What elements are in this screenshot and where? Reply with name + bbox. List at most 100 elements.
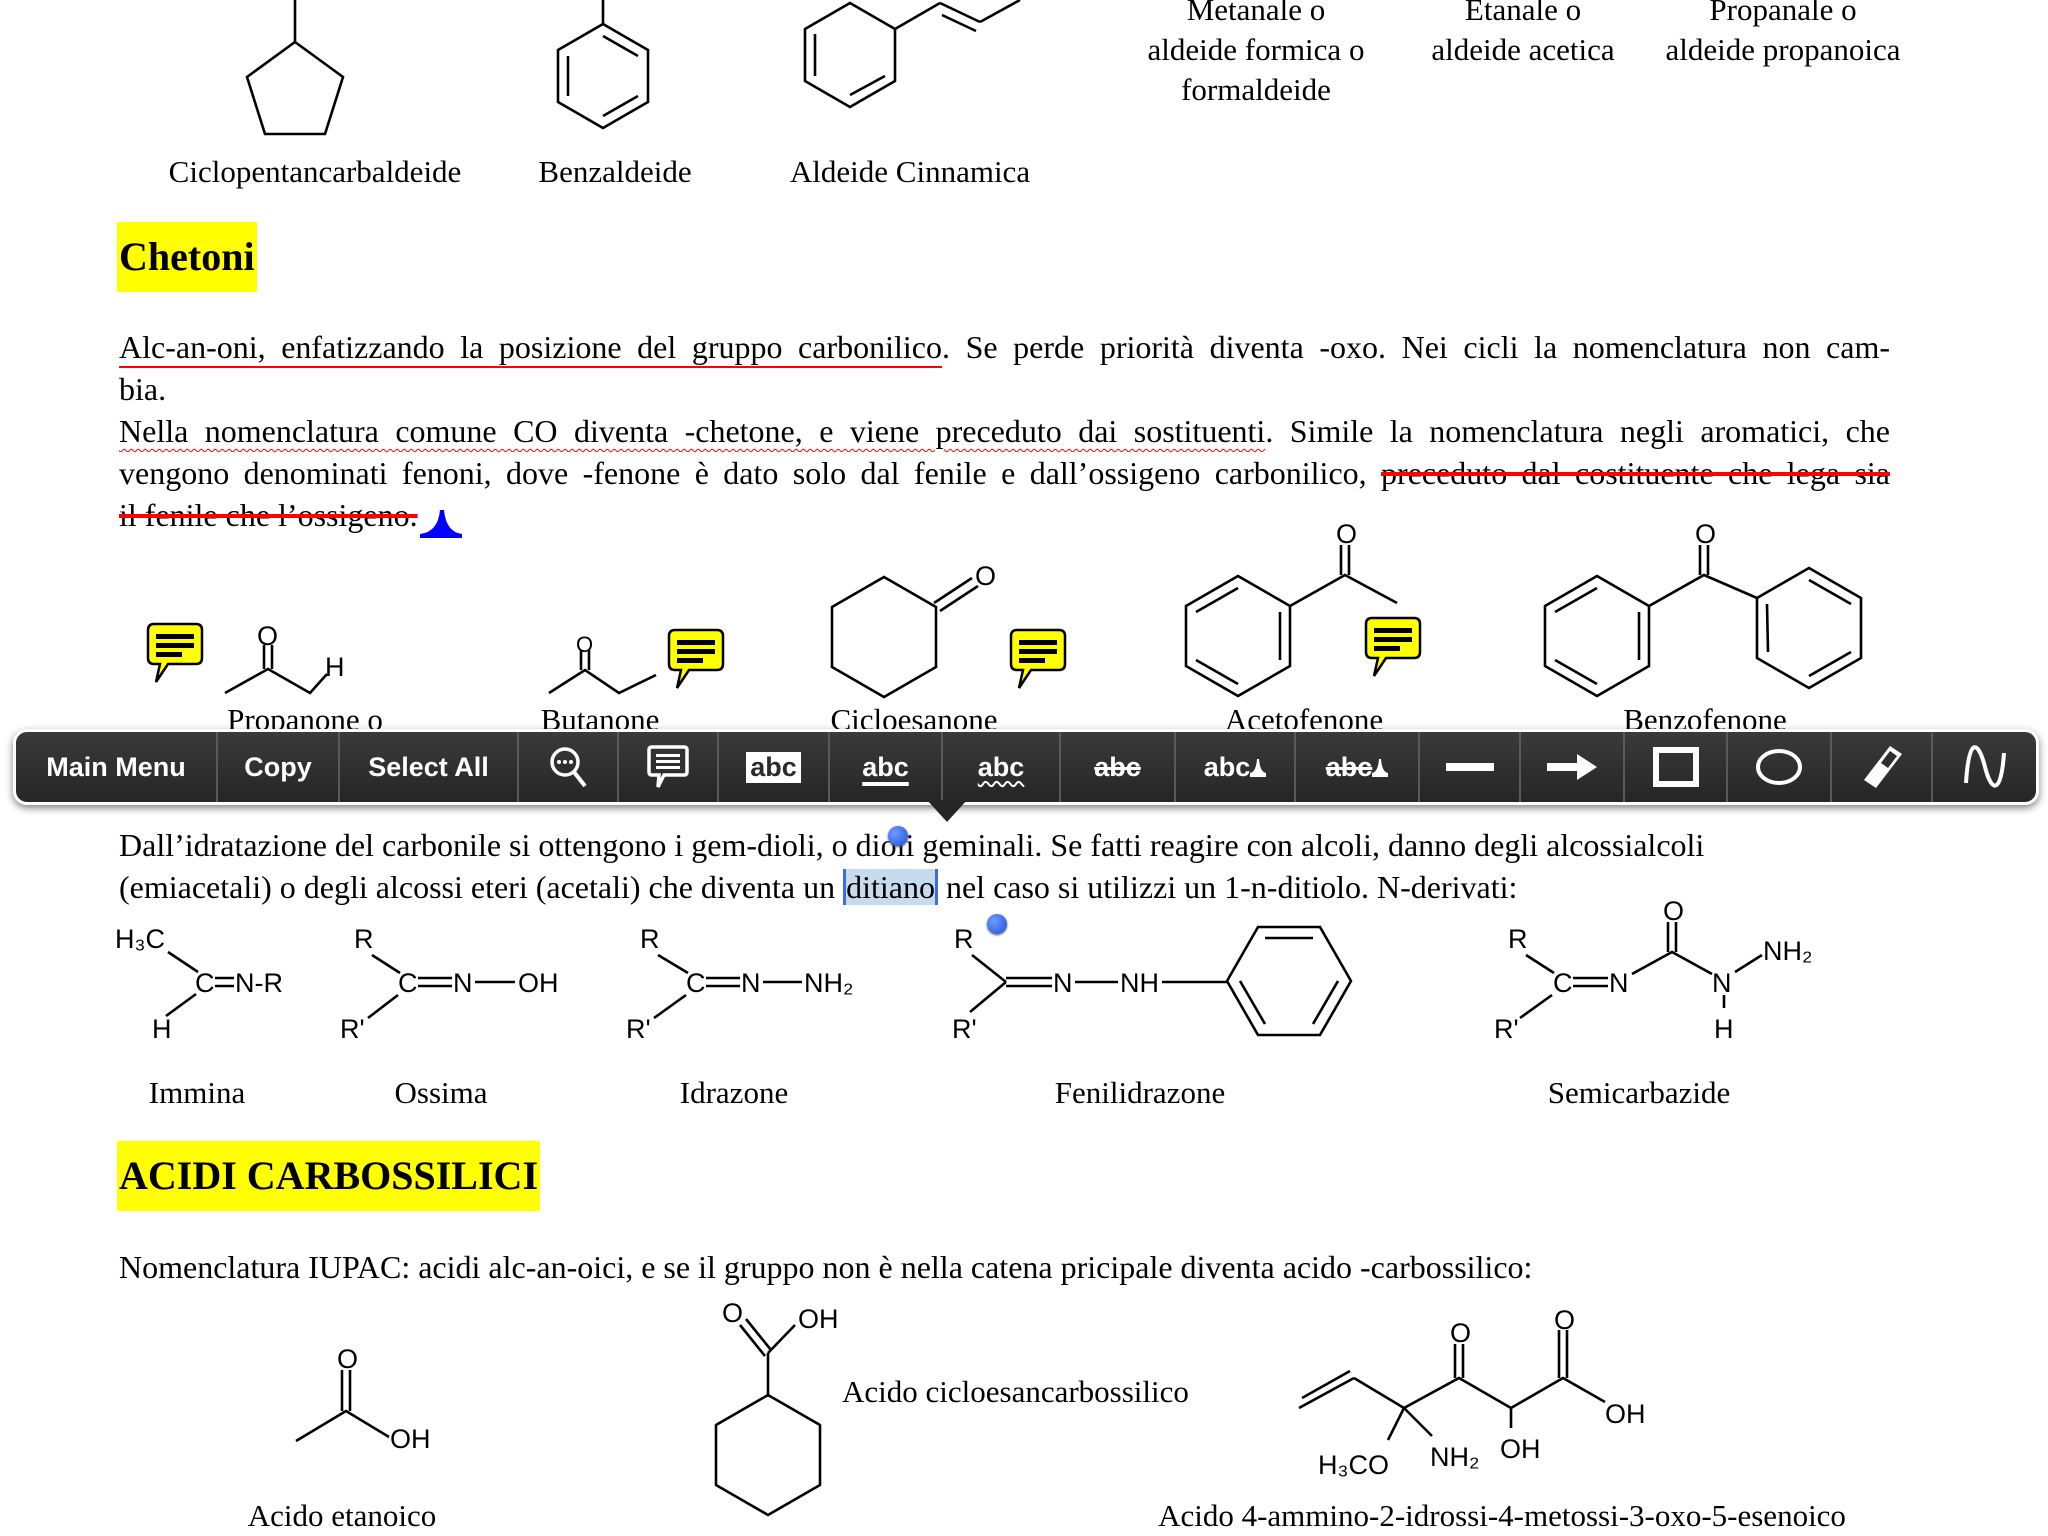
strikeout-button[interactable]: abc bbox=[1061, 732, 1176, 802]
comment-button[interactable] bbox=[619, 732, 719, 802]
atom-label: O bbox=[1450, 1318, 1471, 1348]
atom-label: R' bbox=[340, 1014, 365, 1044]
comment-note-icon[interactable] bbox=[1009, 628, 1067, 690]
atom-label: NH bbox=[1120, 968, 1159, 998]
atom-label: O bbox=[1336, 519, 1357, 549]
toolbar-pointer bbox=[927, 800, 967, 822]
atom-label: N-R bbox=[235, 968, 283, 998]
atom-label: H bbox=[325, 652, 345, 682]
atom-label: C bbox=[1553, 968, 1573, 998]
caption-acido-etanoico: Acido etanoico bbox=[247, 1498, 437, 1533]
atom-label: OH bbox=[1605, 1399, 1646, 1429]
structure-propanone: O H bbox=[224, 621, 345, 695]
atom-label: O bbox=[576, 632, 593, 657]
caption-semicarbazide: Semicarbazide bbox=[1547, 1075, 1731, 1110]
atom-label: OH bbox=[798, 1304, 839, 1334]
atom-label: O bbox=[257, 621, 278, 651]
atom-label: C bbox=[195, 968, 215, 998]
comment-note-icon[interactable] bbox=[146, 622, 204, 684]
comment-note-icon[interactable] bbox=[667, 628, 725, 690]
structure-benzofenone: O bbox=[1543, 519, 1863, 698]
atom-label: O bbox=[1663, 896, 1684, 926]
caption-acido-cicloesancarbossilico: Acido cicloesancarbossilico bbox=[842, 1374, 1189, 1409]
paragraph-line[interactable]: (emiacetali) o degli alcossi eteri (acet… bbox=[119, 866, 1517, 908]
atom-label: C bbox=[686, 968, 706, 998]
search-button[interactable] bbox=[519, 732, 619, 802]
main-menu-button[interactable]: Main Menu bbox=[16, 732, 218, 802]
atom-label: C bbox=[398, 968, 418, 998]
atom-label: O bbox=[337, 1344, 358, 1374]
atom-label: H bbox=[1714, 1014, 1734, 1044]
structure-aldeide-cinnamica bbox=[803, 0, 1021, 109]
line-icon bbox=[1445, 763, 1494, 771]
highlight-button[interactable]: abc bbox=[719, 732, 830, 802]
ellipse-icon bbox=[1756, 749, 1802, 785]
structure-ossima: R C N OH R' bbox=[340, 924, 559, 1044]
underline-icon: abc bbox=[862, 751, 909, 782]
search-icon bbox=[550, 747, 587, 788]
atom-label: R bbox=[640, 924, 660, 954]
caption-ossima: Ossima bbox=[394, 1075, 488, 1110]
insert-text-icon: abc bbox=[1203, 751, 1251, 782]
atom-label: O bbox=[1695, 519, 1716, 549]
selection-start-handle[interactable] bbox=[888, 826, 908, 846]
freehand-tool-button[interactable] bbox=[1933, 732, 2036, 802]
rectangle-icon bbox=[1652, 747, 1699, 787]
atom-label: NH₂ bbox=[1763, 936, 1812, 966]
caption-idrazone: Idrazone bbox=[679, 1075, 789, 1110]
atom-label: O bbox=[722, 1298, 743, 1328]
atom-label: H₃CO bbox=[1318, 1450, 1389, 1480]
copy-button[interactable]: Copy bbox=[218, 732, 340, 802]
arrow-icon bbox=[1547, 754, 1597, 780]
paragraph-line: Nomenclatura IUPAC: acidi alc-an-oici, e… bbox=[119, 1249, 1533, 1285]
atom-label: R' bbox=[1494, 1014, 1519, 1044]
structure-fenilidrazone: R N NH R' bbox=[952, 924, 1353, 1044]
line-tool-button[interactable] bbox=[1420, 732, 1521, 802]
atom-label: R' bbox=[952, 1014, 977, 1044]
atom-label: OH bbox=[518, 968, 559, 998]
atom-label: R bbox=[1508, 924, 1528, 954]
atom-label: R' bbox=[626, 1014, 651, 1044]
squiggly-button[interactable]: abc bbox=[943, 732, 1061, 802]
atom-label: NH₂ bbox=[1430, 1442, 1479, 1472]
structure-butanone: O bbox=[548, 632, 657, 695]
structure-immina: H₃C C N-R H bbox=[115, 924, 283, 1044]
atom-label: H bbox=[152, 1014, 172, 1044]
replace-text-button[interactable]: abc bbox=[1296, 732, 1420, 802]
text: nel caso si utilizzi un 1-n-ditiolo. N-d… bbox=[937, 869, 1518, 905]
insert-text-button[interactable]: abc bbox=[1176, 732, 1296, 802]
atom-label: N bbox=[1053, 968, 1073, 998]
caption-fenilidrazone: Fenilidrazone bbox=[1054, 1075, 1226, 1110]
paragraph-line: Dall’idratazione del carbonile si otteng… bbox=[119, 827, 1705, 863]
freehand-icon bbox=[1963, 745, 2006, 788]
atom-label: R bbox=[954, 924, 974, 954]
atom-label: OH bbox=[1500, 1434, 1541, 1464]
selection-end-handle[interactable] bbox=[987, 914, 1007, 934]
comment-icon bbox=[647, 745, 689, 788]
annotation-toolbar: Main Menu Copy Select All abc abc abc ab… bbox=[13, 729, 2039, 805]
arrow-tool-button[interactable] bbox=[1521, 732, 1625, 802]
underline-button[interactable]: abc bbox=[830, 732, 943, 802]
eraser-icon bbox=[1863, 746, 1902, 788]
comment-note-icon[interactable] bbox=[1364, 616, 1422, 678]
select-all-button[interactable]: Select All bbox=[340, 732, 519, 802]
atom-label: O bbox=[975, 561, 996, 591]
atom-label: O bbox=[1554, 1305, 1575, 1335]
atom-label: N bbox=[453, 968, 473, 998]
atom-label: R bbox=[354, 924, 374, 954]
atom-label: N bbox=[1609, 968, 1629, 998]
atom-label: OH bbox=[390, 1424, 431, 1454]
structure-acido-cicloesancarbossilico: O OH bbox=[714, 1298, 839, 1517]
structure-semicarbazide: R C N O N NH₂ H R' bbox=[1494, 896, 1812, 1044]
structure-idrazone: R C N NH₂ R' bbox=[626, 924, 853, 1044]
structure-acido-etanoico: O OH bbox=[295, 1344, 431, 1454]
eraser-tool-button[interactable] bbox=[1832, 732, 1933, 802]
ellipse-tool-button[interactable] bbox=[1728, 732, 1832, 802]
text: (emiacetali) o degli alcossi eteri (acet… bbox=[119, 869, 844, 905]
heading-acidi-carbossilici: ACIDI CARBOSSILICI bbox=[117, 1141, 541, 1211]
strikeout-icon: abc bbox=[1094, 751, 1141, 782]
structure-acido-esenoico: O O OH OH H₃CO NH₂ bbox=[1298, 1305, 1646, 1480]
rectangle-tool-button[interactable] bbox=[1625, 732, 1728, 802]
selected-text[interactable]: ditiano bbox=[843, 869, 938, 905]
structure-benzaldeide bbox=[556, 0, 650, 130]
